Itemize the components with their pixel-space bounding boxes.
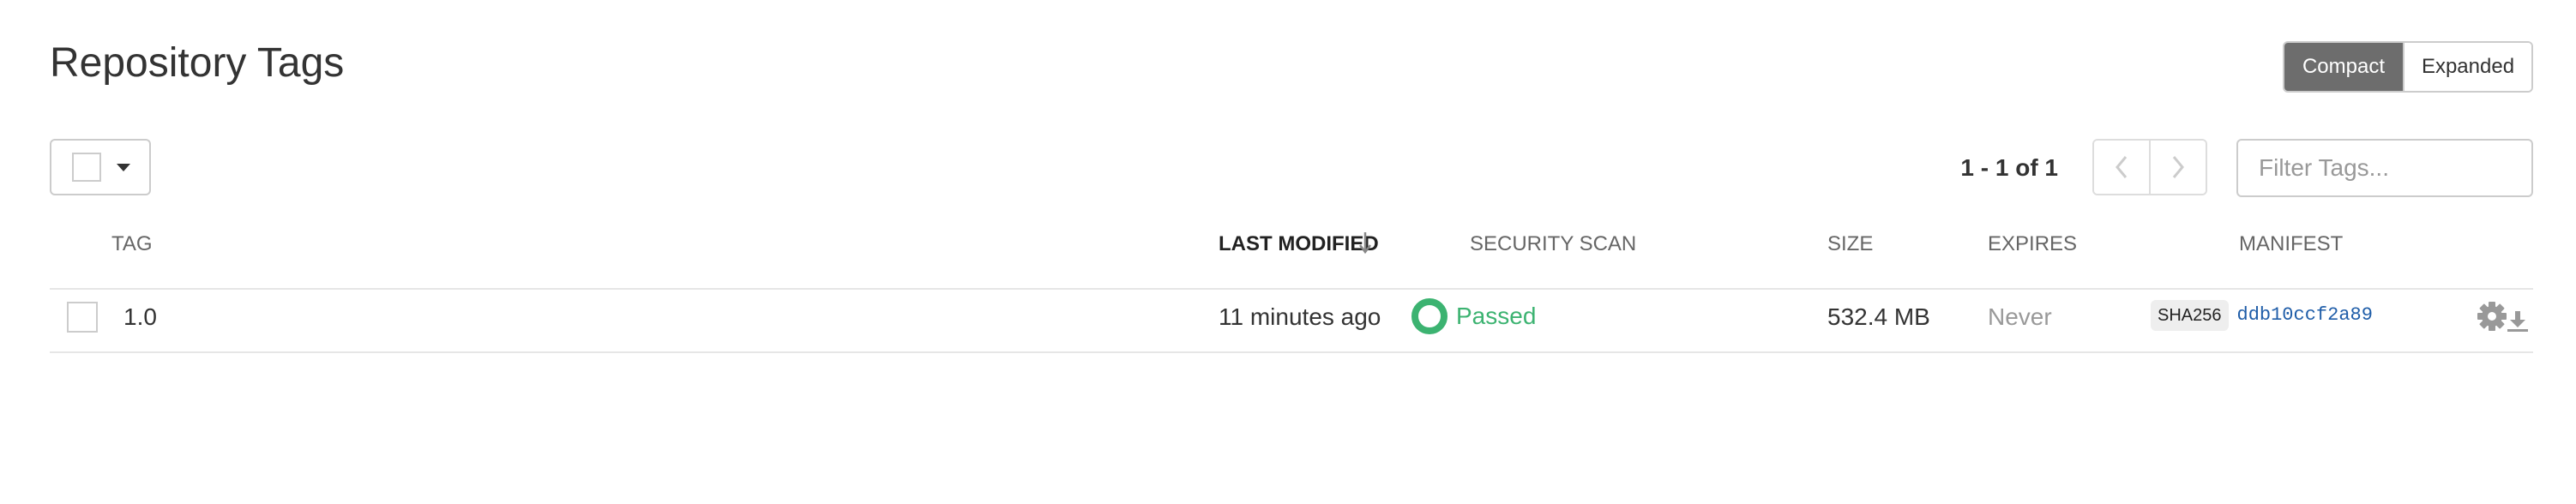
pagination-controls bbox=[2092, 139, 2207, 195]
column-header-security-scan[interactable]: SECURITY SCAN bbox=[1470, 231, 1636, 257]
expanded-view-button[interactable]: Expanded bbox=[2403, 43, 2531, 91]
security-scan-label: Passed bbox=[1456, 303, 1537, 329]
compact-view-button[interactable]: Compact bbox=[2284, 43, 2403, 91]
security-scan-passed-icon bbox=[1411, 298, 1447, 334]
size-value: 532.4 MB bbox=[1827, 303, 1930, 330]
pagination-count: 1 - 1 of 1 bbox=[1960, 154, 2058, 181]
manifest-digest-link[interactable]: ddb10ccf2a89 bbox=[2237, 303, 2373, 327]
gear-icon[interactable] bbox=[2476, 300, 2508, 333]
row-checkbox[interactable] bbox=[67, 302, 98, 333]
row-divider bbox=[50, 351, 2533, 353]
security-scan-status[interactable]: Passed bbox=[1411, 298, 1536, 334]
view-mode-toggle: Compact Expanded bbox=[2283, 41, 2533, 93]
manifest-algorithm-badge: SHA256 bbox=[2151, 300, 2229, 331]
download-icon[interactable] bbox=[2507, 310, 2529, 333]
column-header-last-modified[interactable]: LAST MODIFIED bbox=[1219, 231, 1379, 257]
expires-value: Never bbox=[1988, 303, 2052, 330]
last-modified-value: 11 minutes ago bbox=[1219, 303, 1381, 330]
sort-arrow-down-icon[interactable] bbox=[1357, 230, 1374, 255]
select-all-dropdown[interactable] bbox=[50, 139, 151, 195]
column-header-tag[interactable]: TAG bbox=[111, 231, 153, 257]
column-header-manifest[interactable]: MANIFEST bbox=[2239, 231, 2343, 257]
chevron-left-icon bbox=[2116, 156, 2128, 178]
next-page-button[interactable] bbox=[2149, 141, 2206, 194]
chevron-right-icon bbox=[2172, 156, 2184, 178]
column-header-expires[interactable]: EXPIRES bbox=[1988, 231, 2077, 257]
page-title: Repository Tags bbox=[50, 40, 345, 86]
tag-name: 1.0 bbox=[123, 303, 157, 330]
manifest-cell: SHA256 ddb10ccf2a89 bbox=[2151, 300, 2373, 331]
select-all-checkbox[interactable] bbox=[72, 153, 101, 182]
previous-page-button[interactable] bbox=[2094, 141, 2149, 194]
repository-tags-page: Repository Tags Compact Expanded 1 - 1 o… bbox=[0, 0, 2576, 504]
header-divider bbox=[50, 288, 2533, 290]
caret-down-icon[interactable] bbox=[117, 163, 130, 171]
filter-tags-input[interactable] bbox=[2236, 139, 2533, 197]
column-header-size[interactable]: SIZE bbox=[1827, 231, 1873, 257]
